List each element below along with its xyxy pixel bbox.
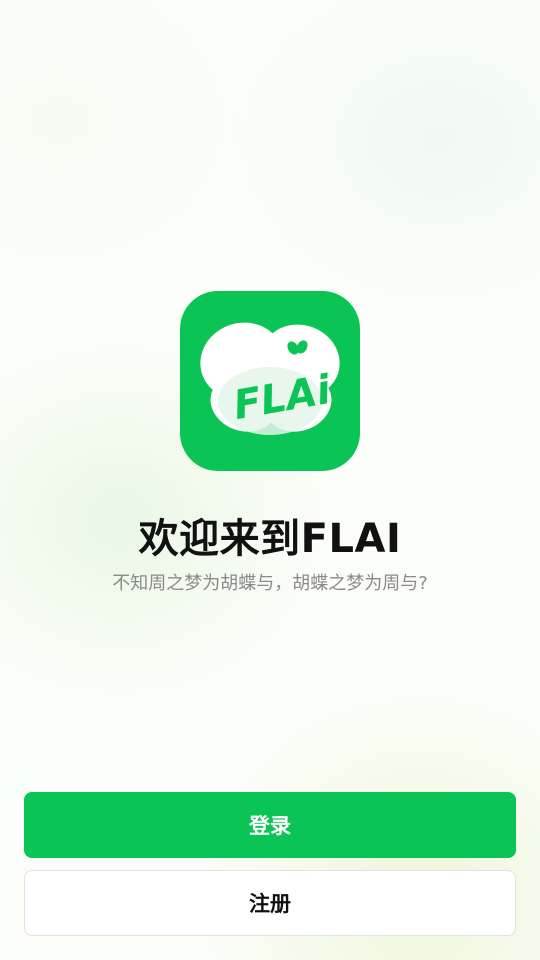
login-button-label: 登录 [249,814,291,838]
butterfly-logo-icon: FLAi [200,322,340,435]
welcome-screen: FLAi 欢迎来到FLAI 不知周之梦为胡蝶与，胡蝶之梦为周与? 登录 注册 [0,0,540,960]
app-logo: FLAi [180,291,360,471]
page-title: 欢迎来到FLAI [138,516,402,562]
login-button[interactable]: 登录 [24,792,516,858]
register-button[interactable]: 注册 [24,870,516,936]
tagline: 不知周之梦为胡蝶与，胡蝶之梦为周与? [112,573,428,594]
register-button-label: 注册 [249,892,291,916]
